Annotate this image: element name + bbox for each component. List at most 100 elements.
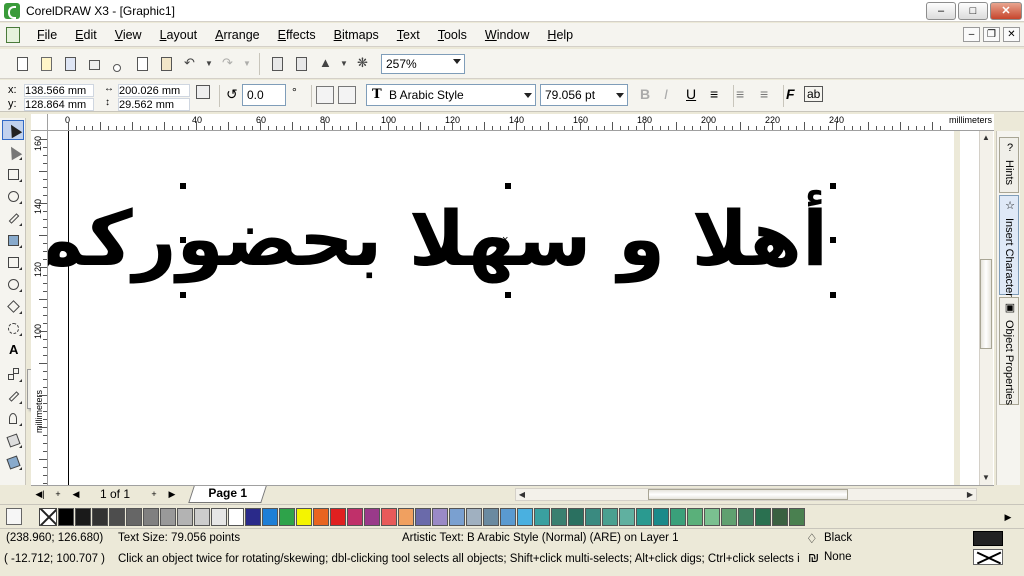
freehand-tool[interactable] — [2, 208, 24, 228]
color-swatch[interactable] — [58, 508, 74, 526]
lock-ratio-icon[interactable] — [196, 85, 210, 99]
color-swatch[interactable] — [398, 508, 414, 526]
menu-window[interactable]: Window — [476, 28, 538, 42]
drop-cap-icon[interactable]: ≡ — [760, 86, 768, 102]
undo-dropdown-icon[interactable]: ▼ — [204, 54, 214, 74]
application-launcher-icon[interactable]: ▲ — [315, 54, 335, 74]
rectangle-tool[interactable] — [2, 252, 24, 272]
color-swatch[interactable] — [449, 508, 465, 526]
color-swatch[interactable] — [534, 508, 550, 526]
crop-tool[interactable] — [2, 164, 24, 184]
pick-tool[interactable] — [2, 120, 24, 140]
selection-handle[interactable] — [180, 237, 186, 243]
edit-text-icon[interactable]: ab — [804, 86, 824, 102]
launcher-dropdown-icon[interactable]: ▼ — [339, 54, 349, 74]
page-tab-page-1[interactable]: Page 1 — [188, 486, 267, 503]
cut-icon[interactable] — [108, 54, 128, 74]
palette-menu-icon[interactable] — [6, 508, 22, 525]
shape-tool[interactable] — [2, 142, 24, 162]
export-icon[interactable] — [291, 54, 311, 74]
chevron-down-icon[interactable] — [616, 93, 624, 98]
color-swatch[interactable] — [602, 508, 618, 526]
menu-help[interactable]: Help — [538, 28, 582, 42]
zoom-level-combo[interactable]: 257% — [381, 53, 465, 74]
bullet-list-icon[interactable]: ≡ — [736, 86, 744, 102]
rotation-angle-field[interactable]: 0.0 — [242, 84, 286, 106]
ruler-origin[interactable] — [31, 114, 48, 131]
color-swatch[interactable] — [687, 508, 703, 526]
vertical-ruler[interactable]: 160 140 120 100 millimeters — [31, 131, 48, 485]
outline-tool[interactable] — [2, 408, 24, 428]
selection-handle[interactable] — [180, 183, 186, 189]
menu-tools[interactable]: Tools — [429, 28, 476, 42]
fill-tool[interactable] — [2, 430, 24, 450]
mirror-horizontal-icon[interactable] — [316, 86, 334, 104]
color-swatch[interactable] — [228, 508, 244, 526]
close-button[interactable]: ✕ — [990, 2, 1022, 20]
selection-handle[interactable] — [830, 292, 836, 298]
color-swatch[interactable] — [568, 508, 584, 526]
interactive-blend-tool[interactable] — [2, 364, 24, 384]
format-text-icon[interactable]: F — [786, 86, 795, 102]
horizontal-scroll-thumb[interactable] — [648, 489, 848, 500]
chevron-down-icon[interactable] — [453, 58, 461, 64]
color-swatch[interactable] — [75, 508, 91, 526]
paste-icon[interactable] — [156, 54, 176, 74]
polygon-tool[interactable] — [2, 296, 24, 316]
italic-icon[interactable]: I — [664, 86, 668, 102]
undo-icon[interactable]: ↶ — [180, 54, 200, 74]
color-swatch[interactable] — [500, 508, 516, 526]
maximize-button[interactable]: □ — [958, 2, 988, 20]
smart-fill-tool[interactable] — [2, 230, 24, 250]
scroll-up-icon[interactable]: ▲ — [980, 131, 992, 145]
color-swatch[interactable] — [585, 508, 601, 526]
color-swatch[interactable] — [109, 508, 125, 526]
outline-color-swatch[interactable] — [973, 549, 1003, 565]
color-swatch[interactable] — [517, 508, 533, 526]
chevron-down-icon[interactable] — [524, 93, 532, 98]
palette-scroll-right-icon[interactable]: ▶ — [1000, 509, 1016, 525]
last-page-icon[interactable]: ▶ — [165, 488, 179, 501]
color-swatch[interactable] — [636, 508, 652, 526]
width-field[interactable]: 200.026 mm — [118, 84, 190, 97]
color-swatch[interactable] — [296, 508, 312, 526]
menu-arrange[interactable]: Arrange — [206, 28, 268, 42]
drawing-canvas[interactable]: أهلا و سهلا بحضوركم × — [48, 131, 954, 485]
color-swatch[interactable] — [789, 508, 805, 526]
docker-tab-hints[interactable]: ? Hints — [999, 137, 1019, 193]
bold-icon[interactable]: B — [640, 86, 650, 102]
color-swatch[interactable] — [347, 508, 363, 526]
color-swatch[interactable] — [279, 508, 295, 526]
horizontal-scrollbar[interactable]: ◀ ▶ — [515, 488, 977, 501]
interactive-fill-tool[interactable] — [2, 452, 24, 472]
vertical-scroll-thumb[interactable] — [980, 259, 992, 349]
color-swatch[interactable] — [415, 508, 431, 526]
add-page-before-icon[interactable]: + — [51, 488, 65, 501]
ellipse-tool[interactable] — [2, 274, 24, 294]
horizontal-alignment-icon[interactable]: ≡ — [710, 86, 718, 102]
doc-restore-button[interactable]: ❐ — [983, 27, 1000, 42]
color-swatch[interactable] — [126, 508, 142, 526]
copy-icon[interactable] — [132, 54, 152, 74]
doc-close-button[interactable]: ✕ — [1003, 27, 1020, 42]
selection-handle[interactable] — [505, 292, 511, 298]
print-icon[interactable] — [84, 54, 104, 74]
color-swatch[interactable] — [721, 508, 737, 526]
color-swatch[interactable] — [755, 508, 771, 526]
color-swatch[interactable] — [143, 508, 159, 526]
color-swatch[interactable] — [483, 508, 499, 526]
horizontal-ruler[interactable]: 0 40 60 80 100 120 140 160 180 200 220 2… — [48, 114, 994, 131]
save-icon[interactable] — [60, 54, 80, 74]
eyedropper-tool[interactable] — [2, 386, 24, 406]
scroll-left-icon[interactable]: ◀ — [516, 489, 528, 500]
selection-handle[interactable] — [180, 292, 186, 298]
color-swatch[interactable] — [364, 508, 380, 526]
font-size-combo[interactable]: 79.056 pt — [540, 84, 628, 106]
color-swatch[interactable] — [160, 508, 176, 526]
new-document-icon[interactable] — [12, 54, 32, 74]
color-swatch[interactable] — [551, 508, 567, 526]
color-swatch[interactable] — [619, 508, 635, 526]
mirror-vertical-icon[interactable] — [338, 86, 356, 104]
text-tool[interactable]: A — [2, 340, 24, 360]
menu-edit[interactable]: Edit — [66, 28, 106, 42]
